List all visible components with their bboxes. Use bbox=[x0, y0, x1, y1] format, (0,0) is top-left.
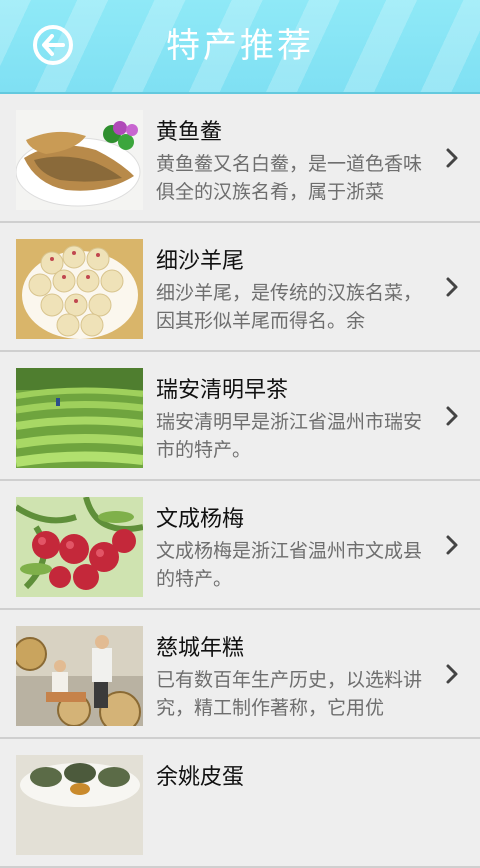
chevron-right-icon bbox=[446, 406, 458, 426]
list-item[interactable]: 文成杨梅 文成杨梅是浙江省温州市文成县的特产。 bbox=[0, 481, 480, 610]
list-item[interactable]: 瑞安清明早茶 瑞安清明早是浙江省温州市瑞安市的特产。 bbox=[0, 352, 480, 481]
chevron-right-icon bbox=[446, 535, 458, 555]
page-title: 特产推荐 bbox=[166, 26, 314, 66]
item-description: 瑞安清明早是浙江省温州市瑞安市的特产。 bbox=[156, 411, 423, 461]
item-description: 黄鱼鲞又名白鲞，是一道色香味俱全的汉族名肴，属于浙菜 bbox=[156, 153, 423, 203]
item-name: 细沙羊尾 bbox=[156, 249, 245, 274]
bayberry-image bbox=[16, 497, 143, 597]
rice-cake-making-image bbox=[16, 626, 143, 726]
item-description: 文成杨梅是浙江省温州市文成县的特产。 bbox=[156, 540, 423, 590]
list-item[interactable]: 黄鱼鲞 黄鱼鲞又名白鲞，是一道色香味俱全的汉族名肴，属于浙菜 bbox=[0, 94, 480, 223]
chevron-right-icon bbox=[446, 664, 458, 684]
item-description bbox=[156, 795, 432, 851]
list-item[interactable]: 余姚皮蛋 bbox=[0, 739, 480, 868]
item-name: 文成杨梅 bbox=[156, 507, 245, 532]
item-description: 已有数百年生产历史，以选料讲究，精工制作著称，它用优 bbox=[156, 669, 423, 719]
chevron-right-icon bbox=[446, 148, 458, 168]
list-item[interactable]: 慈城年糕 已有数百年生产历史，以选料讲究，精工制作著称，它用优 bbox=[0, 610, 480, 739]
dried-yellow-croaker-image bbox=[16, 110, 143, 210]
item-description: 细沙羊尾，是传统的汉族名菜，因其形似羊尾而得名。余 bbox=[156, 282, 423, 332]
app-header: 特产推荐 bbox=[0, 0, 480, 94]
sweet-bean-paste-balls-image bbox=[16, 239, 143, 339]
item-name: 黄鱼鲞 bbox=[156, 120, 223, 145]
chevron-right-icon bbox=[446, 277, 458, 297]
item-name: 余姚皮蛋 bbox=[156, 765, 245, 790]
specialty-list: 黄鱼鲞 黄鱼鲞又名白鲞，是一道色香味俱全的汉族名肴，属于浙菜 细沙羊尾 细沙羊尾… bbox=[0, 94, 480, 868]
preserved-egg-image bbox=[16, 755, 143, 855]
item-name: 瑞安清明早茶 bbox=[156, 378, 289, 403]
list-item[interactable]: 细沙羊尾 细沙羊尾，是传统的汉族名菜，因其形似羊尾而得名。余 bbox=[0, 223, 480, 352]
item-name: 慈城年糕 bbox=[156, 636, 245, 661]
tea-plantation-image bbox=[16, 368, 143, 468]
